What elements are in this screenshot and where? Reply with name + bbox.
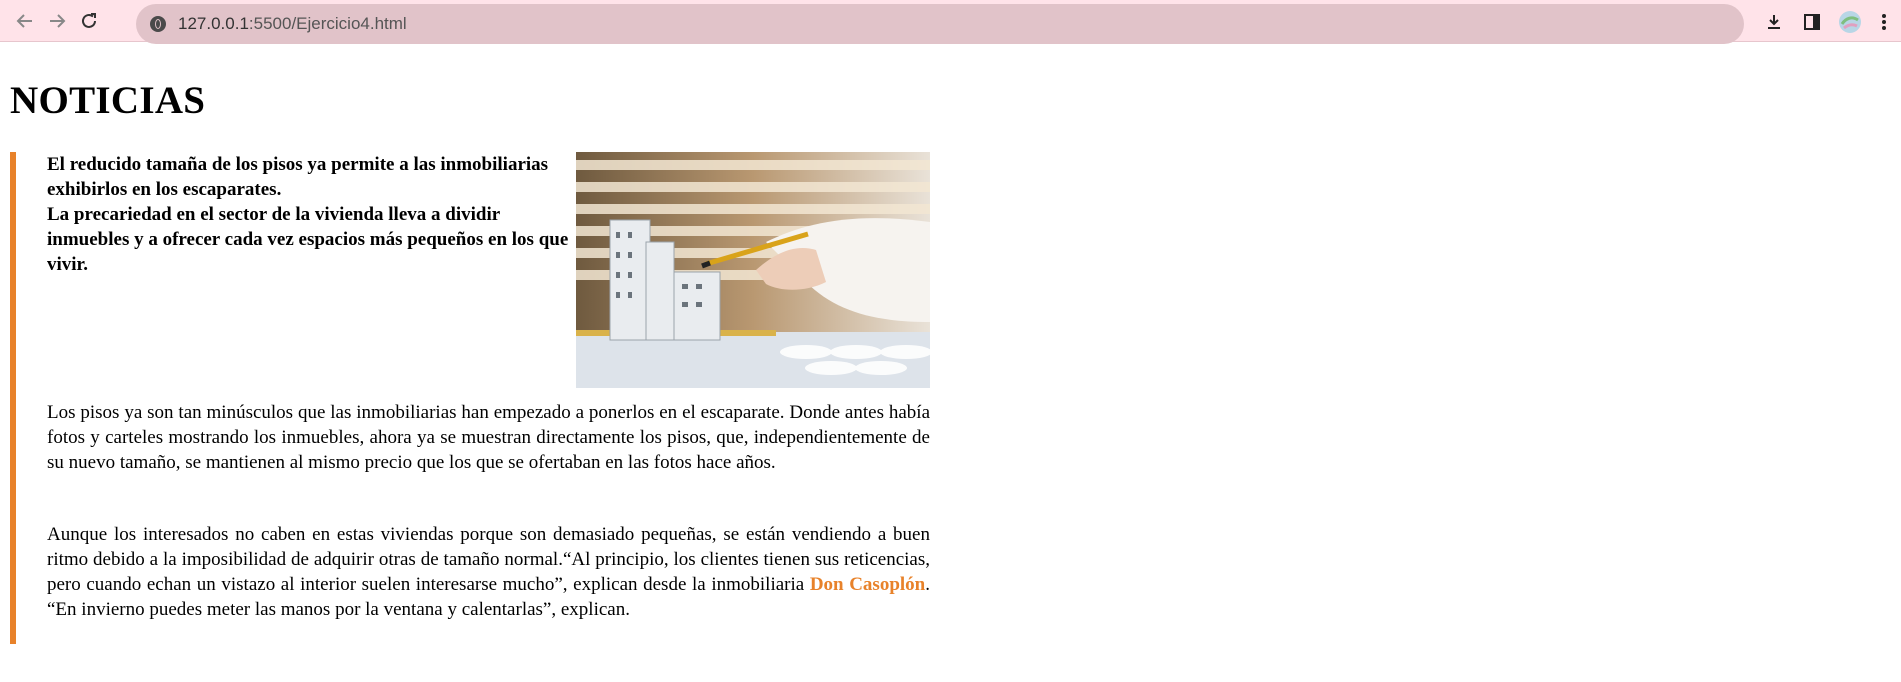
profile-avatar-icon	[1839, 11, 1861, 33]
news-article: El reducido tamaña de los pisos ya permi…	[10, 152, 930, 644]
article-paragraph-1: Los pisos ya son tan minúsculos que las …	[47, 402, 930, 473]
download-icon	[1768, 15, 1780, 29]
article-paragraph-2: Aunque los interesados no caben en estas…	[47, 522, 930, 622]
page-title: NOTICIAS	[10, 79, 206, 122]
brand-name-highlight: Don Casoplón	[809, 574, 926, 595]
url-host: 127.0.0.1	[178, 14, 249, 33]
download-button[interactable]	[1760, 8, 1788, 36]
browser-toolbar: 127.0.0.1:5500/Ejercicio4.html	[0, 0, 1901, 44]
profile-button[interactable]	[1836, 8, 1864, 36]
side-panel-icon	[1804, 14, 1820, 30]
reload-button[interactable]	[76, 8, 102, 34]
url-path: :5500/Ejercicio4.html	[248, 14, 407, 33]
lead-headline: El reducido tamaña de los pisos ya permi…	[47, 154, 549, 200]
side-panel-button[interactable]	[1798, 8, 1826, 36]
architect-model-image	[576, 152, 930, 388]
arrow-right-icon	[50, 14, 66, 28]
back-button[interactable]	[12, 8, 38, 34]
forward-button[interactable]	[44, 8, 70, 34]
address-bar[interactable]: 127.0.0.1:5500/Ejercicio4.html	[136, 4, 1744, 44]
menu-button[interactable]	[1870, 8, 1898, 36]
article-lead: El reducido tamaña de los pisos ya permi…	[47, 152, 573, 277]
url-text[interactable]: 127.0.0.1:5500/Ejercicio4.html	[178, 14, 407, 34]
kebab-menu-icon	[1882, 14, 1886, 30]
lead-subheadline: La precariedad en el sector de la vivien…	[47, 204, 569, 275]
paragraph-2-text: Aunque los interesados no caben en estas…	[47, 524, 930, 595]
reload-icon	[82, 13, 96, 28]
article-photo	[576, 152, 930, 388]
site-info-icon[interactable]	[150, 16, 166, 32]
toolbar-actions	[1760, 8, 1898, 36]
arrow-left-icon	[16, 14, 32, 28]
